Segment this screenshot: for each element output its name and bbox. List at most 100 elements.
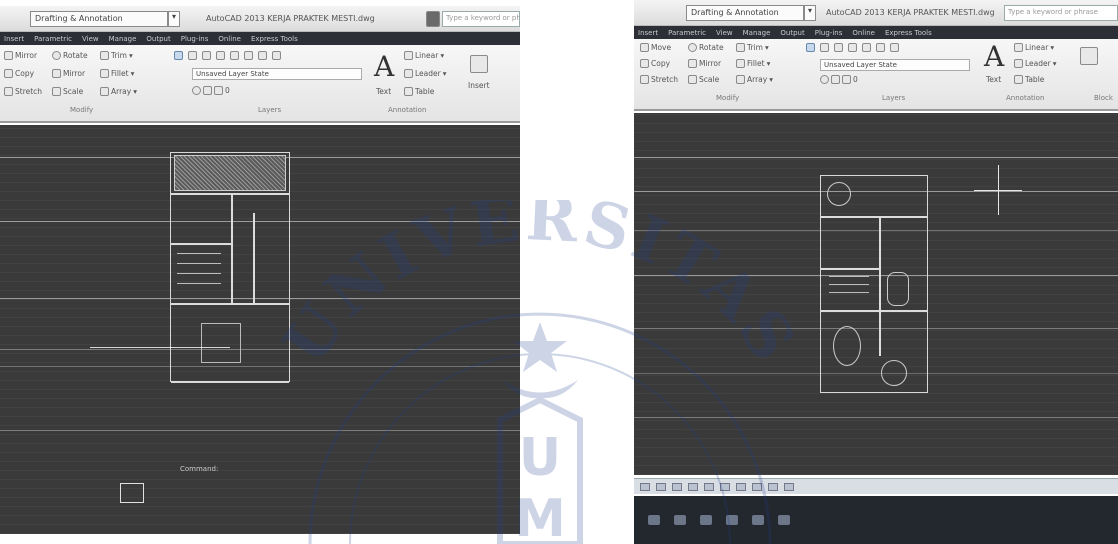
mirror-tool[interactable]: Mirror <box>4 51 37 60</box>
layer-icon[interactable] <box>890 43 899 52</box>
polar-toggle-icon[interactable] <box>688 482 698 491</box>
rotate-tool[interactable]: Rotate <box>688 43 724 52</box>
leader-tool[interactable]: Leader ▾ <box>404 69 446 78</box>
layer-properties-icon[interactable] <box>174 51 183 60</box>
layer-icon[interactable] <box>202 51 211 60</box>
layer-icon[interactable] <box>876 43 885 52</box>
tab-output[interactable]: Output <box>780 29 804 37</box>
tab-parametric[interactable]: Parametric <box>668 29 706 37</box>
layer-icon[interactable] <box>834 43 843 52</box>
workspace-dropdown[interactable]: Drafting & Annotation <box>30 11 168 27</box>
layer-state-dropdown[interactable]: Unsaved Layer State <box>192 68 362 80</box>
insert-block-tool[interactable] <box>470 55 488 73</box>
folder-icon[interactable] <box>700 515 712 525</box>
linear-dimension-tool[interactable]: Linear ▾ <box>1014 43 1054 52</box>
tab-online[interactable]: Online <box>852 29 875 37</box>
modify-panel-title[interactable]: Modify <box>716 94 739 102</box>
layers-panel-title[interactable]: Layers <box>258 106 281 114</box>
copy-tool[interactable]: Copy <box>4 69 34 78</box>
insert-block-tool[interactable] <box>1080 47 1098 65</box>
rotate-tool[interactable]: Rotate <box>52 51 88 60</box>
stretch-tool[interactable]: Stretch <box>4 87 42 96</box>
array-tool[interactable]: Array ▾ <box>736 75 773 84</box>
layer-state-dropdown[interactable]: Unsaved Layer State <box>820 59 970 71</box>
layer-current-dropdown[interactable]: 0 <box>820 75 858 84</box>
layer-icon[interactable] <box>862 43 871 52</box>
annotation-panel-title[interactable]: Annotation <box>1006 94 1044 102</box>
dyn-toggle-icon[interactable] <box>752 482 762 491</box>
lwt-toggle-icon[interactable] <box>768 482 778 491</box>
modify-panel-title[interactable]: Modify <box>70 106 93 114</box>
array-tool[interactable]: Array ▾ <box>100 87 137 96</box>
tab-view[interactable]: View <box>716 29 733 37</box>
layer-current-dropdown[interactable]: 0 <box>192 86 230 95</box>
scale-tool[interactable]: Scale <box>688 75 719 84</box>
ortho-toggle-icon[interactable] <box>672 482 682 491</box>
layer-icon[interactable] <box>244 51 253 60</box>
fillet-tool[interactable]: Fillet ▾ <box>736 59 770 68</box>
workspace-chevron-down-icon[interactable]: ▾ <box>168 11 180 27</box>
insert-block-label[interactable]: Insert <box>468 81 490 90</box>
layer-icon[interactable] <box>188 51 197 60</box>
linear-dimension-tool[interactable]: Linear ▾ <box>404 51 444 60</box>
tab-plugins[interactable]: Plug-ins <box>181 35 209 43</box>
table-tool[interactable]: Table <box>1014 75 1044 84</box>
ducs-toggle-icon[interactable] <box>736 482 746 491</box>
block-panel-title[interactable]: Block <box>1094 94 1113 102</box>
search-icon[interactable] <box>426 11 440 27</box>
layer-properties-icon[interactable] <box>806 43 815 52</box>
annotation-panel-title[interactable]: Annotation <box>388 106 426 114</box>
text-tool-icon[interactable]: A <box>374 53 394 81</box>
fillet-tool[interactable]: Fillet ▾ <box>100 69 134 78</box>
tab-plugins[interactable]: Plug-ins <box>815 29 843 37</box>
browser-icon[interactable] <box>726 515 738 525</box>
grid-toggle-icon[interactable] <box>656 482 666 491</box>
app-icon[interactable] <box>752 515 764 525</box>
text-tool-label[interactable]: Text <box>376 87 391 96</box>
osnap-toggle-icon[interactable] <box>704 482 714 491</box>
tab-manage[interactable]: Manage <box>109 35 137 43</box>
mirror-tool-2[interactable]: Mirror <box>52 69 85 78</box>
autocad-icon[interactable] <box>778 515 790 525</box>
workspace-dropdown[interactable]: Drafting & Annotation <box>686 5 804 21</box>
leader-tool[interactable]: Leader ▾ <box>1014 59 1056 68</box>
layers-panel-title[interactable]: Layers <box>882 94 905 102</box>
text-tool-label[interactable]: Text <box>986 75 1001 84</box>
copy-icon <box>640 59 649 68</box>
copy-tool[interactable]: Copy <box>640 59 670 68</box>
tab-insert[interactable]: Insert <box>4 35 24 43</box>
layer-icon[interactable] <box>820 43 829 52</box>
tab-online[interactable]: Online <box>218 35 241 43</box>
start-icon[interactable] <box>648 515 660 525</box>
move-tool[interactable]: Move <box>640 43 671 52</box>
mirror-tool[interactable]: Mirror <box>688 59 721 68</box>
search-input[interactable]: Type a keyword or phrase <box>1004 5 1118 21</box>
scale-tool[interactable]: Scale <box>52 87 83 96</box>
command-line[interactable]: Command: <box>180 465 218 473</box>
workspace-chevron-down-icon[interactable]: ▾ <box>804 5 816 21</box>
layer-icon[interactable] <box>230 51 239 60</box>
trim-tool[interactable]: Trim ▾ <box>100 51 133 60</box>
layer-icon[interactable] <box>848 43 857 52</box>
search-input[interactable]: Type a keyword or phrase <box>442 11 520 27</box>
snap-toggle-icon[interactable] <box>640 482 650 491</box>
tab-output[interactable]: Output <box>146 35 170 43</box>
tab-manage[interactable]: Manage <box>743 29 771 37</box>
tab-express-tools[interactable]: Express Tools <box>251 35 298 43</box>
otrack-toggle-icon[interactable] <box>720 482 730 491</box>
explorer-icon[interactable] <box>674 515 686 525</box>
trim-tool[interactable]: Trim ▾ <box>736 43 769 52</box>
tab-view[interactable]: View <box>82 35 99 43</box>
layer-icon[interactable] <box>258 51 267 60</box>
stretch-tool[interactable]: Stretch <box>640 75 678 84</box>
tab-insert[interactable]: Insert <box>638 29 658 37</box>
drawing-canvas[interactable] <box>634 113 1118 475</box>
drawing-canvas[interactable]: Command: <box>0 125 520 534</box>
layer-icon[interactable] <box>272 51 281 60</box>
table-tool[interactable]: Table <box>404 87 434 96</box>
text-tool-icon[interactable]: A <box>984 43 1004 71</box>
layer-icon[interactable] <box>216 51 225 60</box>
qp-toggle-icon[interactable] <box>784 482 794 491</box>
tab-parametric[interactable]: Parametric <box>34 35 72 43</box>
tab-express-tools[interactable]: Express Tools <box>885 29 932 37</box>
